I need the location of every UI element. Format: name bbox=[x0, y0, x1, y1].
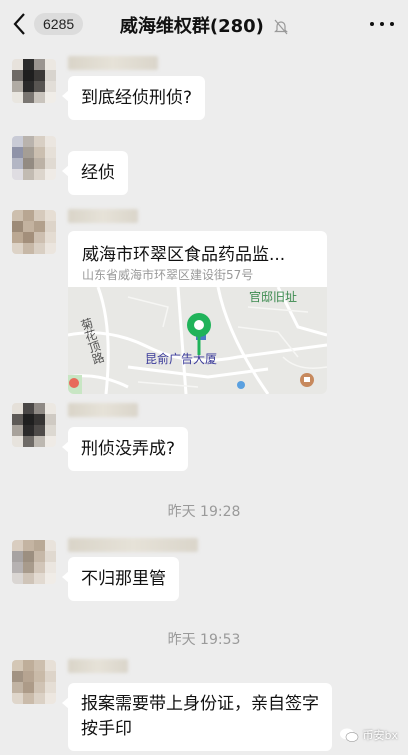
avatar[interactable] bbox=[12, 136, 56, 180]
bell-off-icon bbox=[274, 19, 289, 35]
more-options-button[interactable] bbox=[370, 14, 394, 34]
watermark-text: 币安bx bbox=[362, 729, 399, 742]
dot bbox=[370, 22, 374, 26]
avatar[interactable] bbox=[12, 403, 56, 447]
timestamp: 昨天 19:53 bbox=[167, 632, 241, 648]
avatar[interactable] bbox=[12, 540, 56, 584]
location-title: 威海市环翠区食品药品监... bbox=[82, 245, 286, 265]
dot bbox=[380, 22, 384, 26]
map-label-poi: 官邸旧址 bbox=[249, 290, 298, 304]
sender-name-blurred bbox=[68, 56, 158, 70]
sender-name-blurred bbox=[68, 538, 198, 552]
avatar[interactable] bbox=[12, 59, 56, 103]
avatar[interactable] bbox=[12, 210, 56, 254]
timestamp: 昨天 19:28 bbox=[167, 504, 241, 520]
sender-name-blurred bbox=[68, 659, 128, 673]
location-map[interactable]: 官邸旧址 菊花顶路 昆俞广告大厦 bbox=[68, 287, 327, 394]
location-card[interactable]: 威海市环翠区食品药品监... 山东省威海市环翠区建设街57号 官邸旧址 菊花顶路… bbox=[68, 231, 327, 394]
wechat-logo-icon bbox=[339, 728, 358, 742]
chat-title: 威海维权群(280) bbox=[0, 12, 408, 38]
message-bubble[interactable]: 刑侦没弄成? bbox=[61, 427, 189, 471]
sender-name-blurred bbox=[68, 209, 138, 223]
sender-name-blurred bbox=[68, 403, 138, 417]
location-pin-icon bbox=[187, 313, 211, 355]
message-bubble[interactable]: 经侦 bbox=[62, 151, 128, 195]
chat-header: 6285 威海维权群(280) bbox=[0, 0, 408, 50]
watermark: 币安bx bbox=[339, 727, 399, 743]
group-name: 威海维权群(280) bbox=[119, 16, 264, 37]
message-bubble[interactable]: 到底经侦刑侦? bbox=[61, 76, 206, 120]
dot bbox=[390, 22, 394, 26]
message-bubble[interactable]: 不归那里管 bbox=[62, 557, 179, 601]
location-address: 山东省威海市环翠区建设街57号 bbox=[82, 268, 254, 282]
message-bubble[interactable]: 报案需要带上身份证，亲自签字按手印 bbox=[62, 683, 332, 751]
avatar[interactable] bbox=[12, 660, 56, 704]
